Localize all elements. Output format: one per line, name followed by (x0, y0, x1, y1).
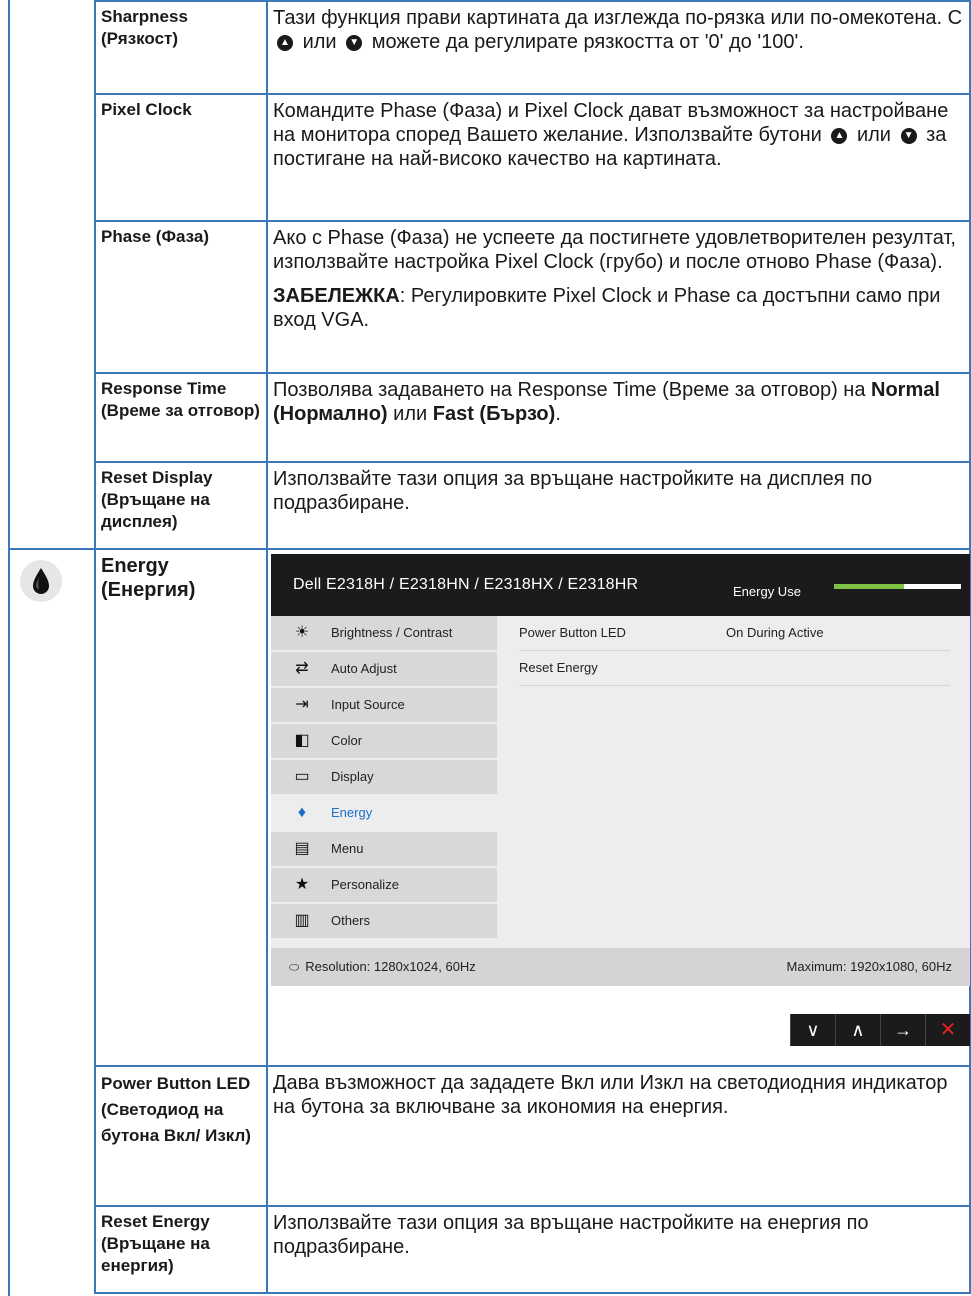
row-desc-phase: Ако с Phase (Фаза) не успеете да постигн… (266, 220, 971, 374)
energy-icon: ♦ (297, 804, 307, 821)
energy-use-label: Energy Use (733, 584, 801, 599)
settings-table: Sharpness (Рязкост) Тази функция прави к… (8, 0, 971, 1294)
color-icon: ◧ (294, 732, 310, 749)
display-icon: ▭ (294, 768, 310, 785)
maximum-resolution: Maximum: 1920x1080, 60Hz (786, 959, 952, 974)
input-source-icon: ⇥ (295, 696, 309, 713)
table-row-power-button-led: Power Button LED (Светодиод на бутона Вк… (8, 1065, 971, 1207)
resolution-info: ⬭ Resolution: 1280x1024, 60Hz (289, 959, 476, 974)
osd-menu-item-energy[interactable]: ♦ Energy (271, 796, 497, 830)
table-row-reset-energy: Reset Energy (Връщане на енергия) Използ… (8, 1205, 971, 1294)
osd-menu-label: Input Source (331, 697, 405, 712)
table-row-phase: Phase (Фаза) Ако с Phase (Фаза) не успее… (8, 220, 971, 374)
exit-button[interactable]: ✕ (925, 1014, 970, 1046)
osd-menu-label: Others (331, 913, 371, 928)
row-name-response-time: Response Time (Време за отговор) (94, 372, 268, 463)
row-desc-response-time: Позволява задаването на Response Time (В… (266, 372, 971, 463)
monitor-connector-icon: ⬭ (289, 960, 300, 974)
osd-menu-item-personalize[interactable]: ★ Personalize (271, 868, 497, 902)
osd-menu-label: Color (331, 733, 363, 748)
energy-flame-icon (20, 560, 62, 602)
row-name-reset-display: Reset Display (Връщане на дисплея) (94, 461, 268, 550)
auto-adjust-icon: ⇄ (295, 660, 309, 677)
osd-menu-item-brightness-contrast[interactable]: ☀ Brightness / Contrast (271, 616, 497, 650)
up-button[interactable]: ∧ (835, 1014, 880, 1046)
row-name-phase: Phase (Фаза) (94, 220, 268, 374)
osd-menu-label: Display (331, 769, 374, 784)
osd-menu-item-auto-adjust[interactable]: ⇄ Auto Adjust (271, 652, 497, 686)
osd-option-label: Power Button LED (519, 625, 626, 640)
osd-menu-item-menu[interactable]: ▤ Menu (271, 832, 497, 866)
table-row-pixel-clock: Pixel Clock Командите Phase (Фаза) и Pix… (8, 93, 971, 222)
osd-body: ☀ Brightness / Contrast ⇄ Auto Adjust ⇥ Input… (271, 616, 970, 948)
chevron-down-icon: ∨ (806, 1020, 820, 1040)
osd-menu: ☀ Brightness / Contrast ⇄ Auto Adjust ⇥ Input… (271, 616, 497, 948)
osd-model-name: Dell E2318H / E2318HN / E2318HX / E2318H… (293, 576, 639, 593)
table-row-response-time: Response Time (Време за отговор) Позволя… (8, 372, 971, 463)
osd-window: Dell E2318H / E2318HN / E2318HX / E2318H… (271, 554, 970, 1046)
others-icon: ▥ (294, 912, 310, 929)
arrow-right-icon: → (894, 1020, 912, 1040)
close-icon: ✕ (939, 1019, 957, 1041)
osd-menu-item-display[interactable]: ▭ Display (271, 760, 497, 794)
row-name-power-button-led: Power Button LED (Светодиод на бутона Вк… (94, 1065, 268, 1207)
osd-option-row[interactable]: Power Button LED On During Active (519, 616, 950, 651)
row-name-energy: Energy (Енергия) (94, 548, 268, 1067)
osd-menu-label: Menu (331, 841, 364, 856)
phase-note: ЗАБЕЛЕЖКА: Регулировките Pixel Clock и P… (273, 285, 941, 331)
osd-menu-label: Auto Adjust (331, 661, 397, 676)
down-arrow-icon: ▼ (900, 127, 917, 144)
osd-menu-label: Brightness / Contrast (331, 625, 453, 640)
row-name-reset-energy: Reset Energy (Връщане на енергия) (94, 1205, 268, 1294)
osd-option-label: Reset Energy (519, 660, 598, 675)
row-name-pixel-clock: Pixel Clock (94, 93, 268, 222)
right-button[interactable]: → (880, 1014, 925, 1046)
down-arrow-icon: ▼ (346, 34, 363, 51)
osd-options-panel: Power Button LED On During Active Reset En… (497, 616, 970, 948)
osd-option-row[interactable]: Reset Energy (519, 651, 950, 686)
energy-osd-cell: Dell E2318H / E2318HN / E2318HX / E2318H… (266, 548, 971, 1067)
star-icon: ★ (294, 876, 310, 893)
osd-menu-label: Personalize (331, 877, 399, 892)
brightness-icon: ☀ (294, 624, 310, 641)
energy-use-bar-fill (834, 584, 904, 589)
up-arrow-icon: ▲ (277, 34, 293, 51)
osd-footer: ⬭ Resolution: 1280x1024, 60Hz Maximum: 19… (271, 948, 970, 986)
table-row-energy: Energy (Енергия) Dell E2318H / E2318HN /… (8, 548, 971, 1067)
row-desc-sharpness: Тази функция прави картината да изглежда… (266, 0, 971, 95)
osd-menu-label: Energy (331, 805, 373, 820)
row-desc-reset-energy: Използвайте тази опция за връщане настро… (266, 1205, 971, 1294)
osd-menu-item-color[interactable]: ◧ Color (271, 724, 497, 758)
osd-option-value: On During Active (726, 625, 824, 640)
row-name-sharpness: Sharpness (Рязкост) (94, 0, 268, 95)
energy-use-bar (834, 584, 961, 589)
menu-icon: ▤ (294, 840, 310, 857)
row-desc-reset-display: Използвайте тази опция за връщане настро… (266, 461, 971, 550)
up-arrow-icon: ▲ (831, 127, 848, 144)
chevron-up-icon: ∧ (851, 1020, 865, 1040)
osd-menu-item-others[interactable]: ▥ Others (271, 904, 497, 938)
down-button[interactable]: ∨ (790, 1014, 835, 1046)
row-desc-pixel-clock: Командите Phase (Фаза) и Pixel Clock дав… (266, 93, 971, 222)
table-row-reset-display: Reset Display (Връщане на дисплея) Изпол… (8, 461, 971, 550)
osd-menu-item-input-source[interactable]: ⇥ Input Source (271, 688, 497, 722)
table-row-sharpness: Sharpness (Рязкост) Тази функция прави к… (8, 0, 971, 95)
row-desc-power-button-led: Дава възможност да зададете Вкл или Изкл… (266, 1065, 971, 1207)
osd-button-bar: ∨ ∧ → ✕ (790, 1014, 970, 1046)
